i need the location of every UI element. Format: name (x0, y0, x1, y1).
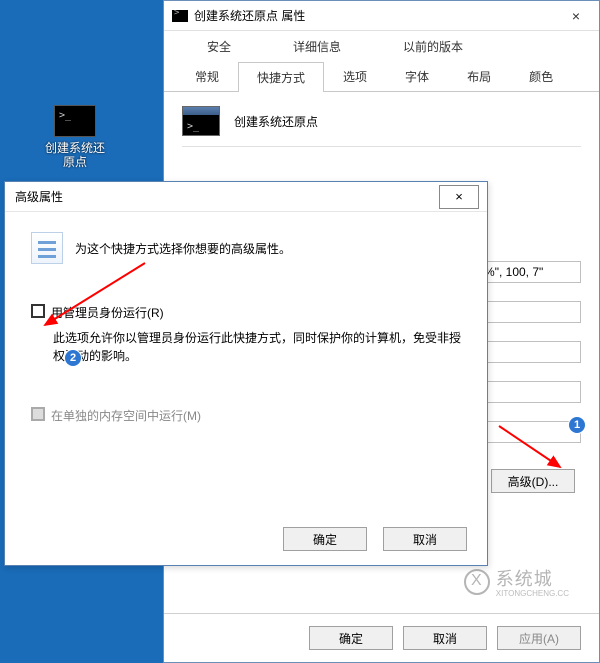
properties-titlebar: 创建系统还原点 属性 × (164, 1, 599, 31)
separate-memory-label: 在单独的内存空间中运行(M) (51, 407, 201, 424)
properties-title: 创建系统还原点 属性 (194, 7, 553, 24)
advanced-header-text: 为这个快捷方式选择你想要的高级属性。 (75, 240, 291, 257)
annotation-arrow (35, 257, 155, 337)
advanced-button-bar: 确定 取消 (5, 513, 487, 565)
close-button[interactable]: × (553, 1, 599, 31)
tab-font[interactable]: 字体 (386, 61, 448, 91)
separate-memory-checkbox (31, 407, 45, 421)
watermark-logo-icon (464, 569, 490, 595)
tab-details[interactable]: 详细信息 (262, 31, 372, 61)
run-as-admin-row: 用管理员身份运行(R) (31, 304, 461, 321)
apply-button[interactable]: 应用(A) (497, 626, 581, 650)
tab-options[interactable]: 选项 (324, 61, 386, 91)
tab-security[interactable]: 安全 (176, 31, 262, 61)
cmd-icon (172, 10, 188, 22)
tab-shortcut[interactable]: 快捷方式 (238, 62, 324, 92)
cancel-button[interactable]: 取消 (403, 626, 487, 650)
properties-list-icon (31, 232, 63, 264)
desktop-shortcut-label: 创建系统还 原点 (40, 141, 110, 169)
separator (182, 146, 581, 147)
cancel-button[interactable]: 取消 (383, 527, 467, 551)
run-as-admin-label: 用管理员身份运行(R) (51, 304, 164, 321)
advanced-dialog: 高级属性 × 为这个快捷方式选择你想要的高级属性。 用管理员身份运行(R) 2 … (4, 181, 488, 566)
cmd-icon (182, 106, 220, 136)
ok-button[interactable]: 确定 (309, 626, 393, 650)
advanced-button[interactable]: 高级(D)... (491, 469, 575, 493)
advanced-titlebar: 高级属性 × (5, 182, 487, 212)
watermark: 系统城 XITONGCHENG.CC (464, 565, 569, 598)
properties-button-bar: 确定 取消 应用(A) (164, 613, 599, 662)
advanced-title: 高级属性 (15, 188, 439, 205)
properties-body: 创建系统还原点 (164, 92, 599, 175)
close-button[interactable]: × (439, 185, 479, 209)
annotation-badge-2: 2 (65, 350, 81, 366)
ok-button[interactable]: 确定 (283, 527, 367, 551)
separate-memory-row: 在单独的内存空间中运行(M) (31, 407, 461, 424)
tab-previous-versions[interactable]: 以前的版本 (372, 31, 494, 61)
cmd-icon (54, 105, 96, 137)
shortcut-name: 创建系统还原点 (234, 113, 318, 130)
tab-general[interactable]: 常规 (176, 61, 238, 91)
desktop-shortcut[interactable]: 创建系统还 原点 (40, 105, 110, 169)
tab-colors[interactable]: 颜色 (510, 61, 572, 91)
run-as-admin-description: 此选项允许你以管理员身份运行此快捷方式，同时保护你的计算机，免受非授权活动的影响… (53, 329, 461, 365)
annotation-badge-1: 1 (569, 417, 585, 433)
properties-tabs: 安全 详细信息 以前的版本 常规 快捷方式 选项 字体 布局 颜色 (164, 31, 599, 92)
watermark-text: 系统城 (496, 569, 553, 589)
run-as-admin-checkbox[interactable] (31, 304, 45, 318)
watermark-subtext: XITONGCHENG.CC (496, 589, 569, 598)
tab-layout[interactable]: 布局 (448, 61, 510, 91)
